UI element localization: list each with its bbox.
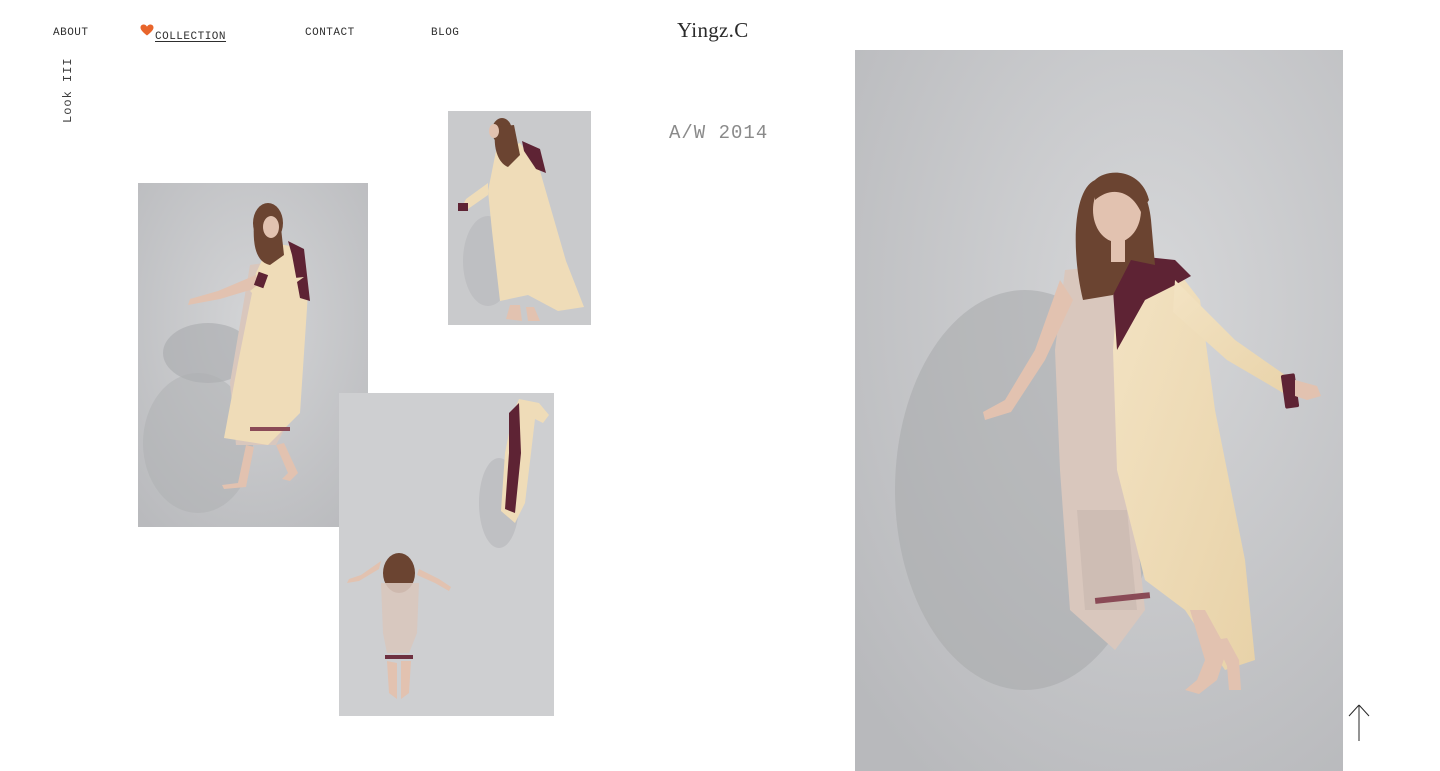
photo-look-main-featured[interactable] (855, 50, 1343, 771)
photo-look-back-view[interactable] (339, 393, 554, 716)
nav-collection-label: COLLECTION (155, 31, 227, 43)
heart-icon (140, 24, 154, 36)
photo-look-side-profile[interactable] (448, 111, 591, 325)
season-title: A/W 2014 (669, 122, 769, 144)
nav-contact-link[interactable]: CONTACT (305, 27, 355, 39)
arrow-up-icon (1348, 704, 1370, 741)
photo-look-walking[interactable] (138, 183, 368, 527)
brand-logo[interactable]: Yingz.C (677, 18, 749, 43)
look-label: Look III (61, 57, 75, 123)
back-to-top-button[interactable] (1346, 703, 1372, 743)
nav-about-link[interactable]: ABOUT (53, 27, 89, 39)
nav-blog-link[interactable]: BLOG (431, 27, 459, 39)
nav-collection-link[interactable]: COLLECTION (140, 24, 227, 43)
